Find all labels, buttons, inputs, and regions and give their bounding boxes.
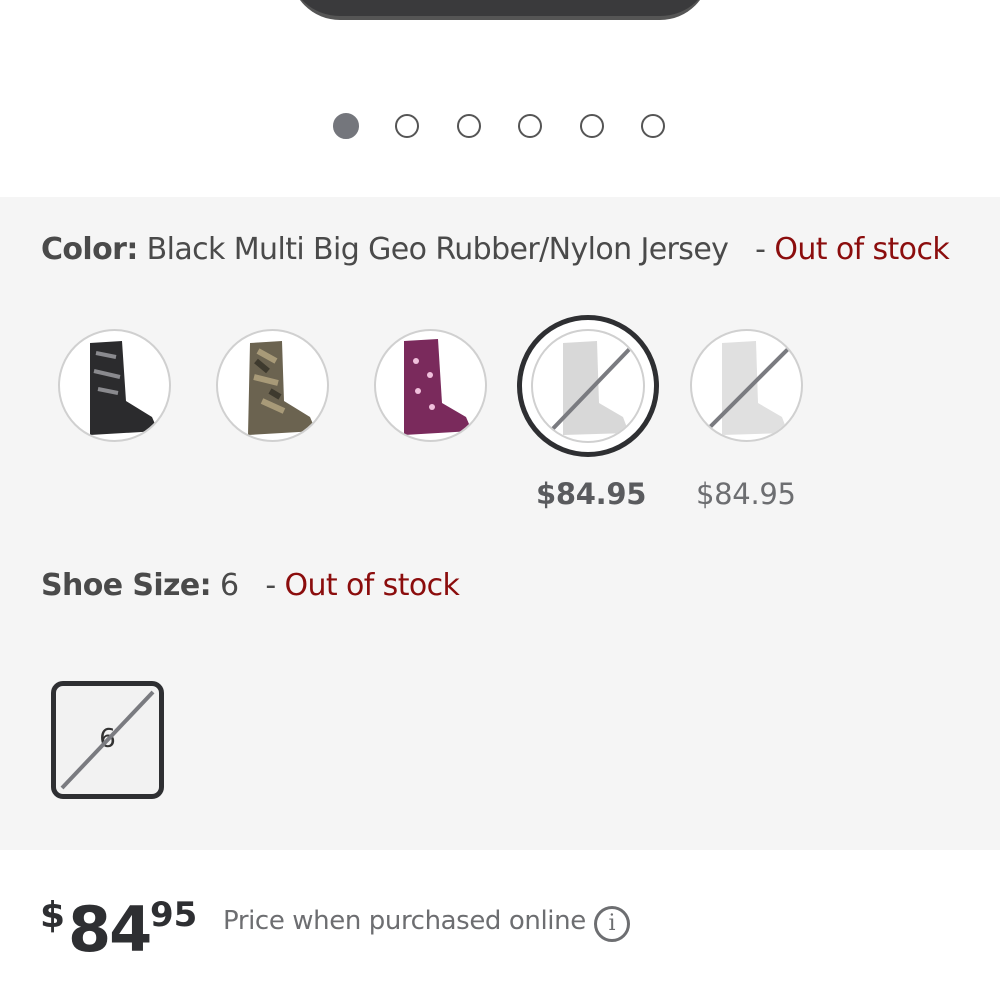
color-value: Black Multi Big Geo Rubber/Nylon Jersey	[146, 232, 729, 267]
carousel-dot-2[interactable]	[395, 114, 419, 138]
price-dollars: 84	[68, 893, 152, 966]
color-swatch-purple[interactable]	[374, 329, 487, 442]
boot-icon	[248, 341, 316, 435]
size-label: Shoe Size:	[41, 568, 212, 603]
price-currency: $	[40, 895, 66, 936]
carousel-dot-1[interactable]	[333, 113, 359, 139]
color-selection-heading: Color: Black Multi Big Geo Rubber/Nylon …	[41, 232, 950, 267]
color-separator: -	[755, 232, 766, 267]
carousel-dots	[0, 113, 1000, 140]
color-stock-status: Out of stock	[774, 232, 950, 267]
color-label: Color:	[41, 232, 138, 267]
carousel-dot-5[interactable]	[580, 114, 604, 138]
product-image-boot-sole	[290, 0, 710, 20]
boot-icon	[90, 341, 158, 435]
carousel-dot-3[interactable]	[457, 114, 481, 138]
boot-icon	[541, 335, 643, 441]
color-swatch-camo[interactable]	[216, 329, 329, 442]
carousel-dot-6[interactable]	[641, 114, 665, 138]
swatch-inner	[531, 329, 645, 443]
size-separator: -	[265, 568, 276, 603]
info-icon[interactable]: i	[594, 906, 630, 942]
size-stock-status: Out of stock	[284, 568, 460, 603]
price-note: Price when purchased online	[223, 906, 586, 936]
color-swatch-black-multi[interactable]	[58, 329, 171, 442]
color-swatch-white[interactable]	[690, 329, 803, 442]
swatch-price-selected: $84.95	[536, 477, 647, 511]
swatch-price: $84.95	[696, 477, 796, 511]
color-swatch-black-multi-big-geo-selected[interactable]	[517, 315, 659, 457]
size-value: 6	[220, 568, 239, 603]
strikethrough-icon	[60, 690, 155, 790]
product-image-carousel[interactable]	[0, 0, 1000, 197]
boot-icon	[694, 335, 801, 440]
carousel-dot-4[interactable]	[518, 114, 542, 138]
size-option-6[interactable]: 6	[51, 681, 164, 799]
price-cents: 95	[150, 895, 198, 935]
size-selection-heading: Shoe Size: 6 - Out of stock	[41, 568, 460, 603]
boot-icon	[404, 339, 472, 435]
